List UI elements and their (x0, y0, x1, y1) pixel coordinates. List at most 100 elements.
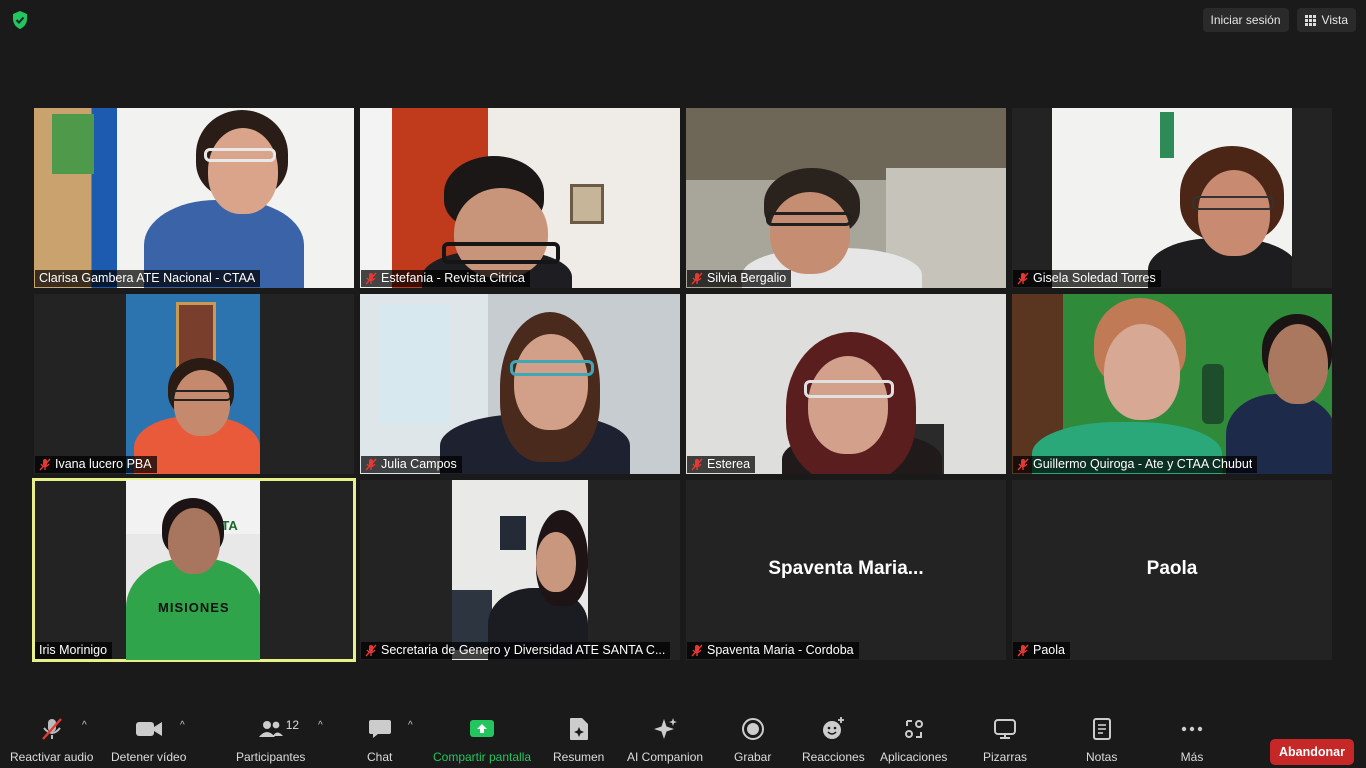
microphone-muted-icon (39, 716, 65, 742)
participant-tile[interactable]: Paola Paola (1012, 480, 1332, 660)
participant-name: Estefania - Revista Citrica (381, 271, 525, 285)
participant-name-tag: Clarisa Gambera ATE Nacional - CTAA (35, 270, 261, 287)
participant-tile[interactable]: Ivana lucero PBA (34, 294, 354, 474)
video-options-caret[interactable]: ^ (180, 720, 185, 731)
leave-label: Abandonar (1279, 745, 1345, 759)
notes-button[interactable]: Notas (1086, 716, 1117, 764)
summary-document-icon (568, 716, 590, 742)
audio-options-caret[interactable]: ^ (82, 720, 87, 731)
chat-options-caret[interactable]: ^ (408, 720, 413, 731)
participants-icon: 12 (258, 716, 299, 742)
view-button[interactable]: Vista (1296, 8, 1356, 32)
video-camera-icon (135, 716, 163, 742)
record-button[interactable]: Grabar (734, 716, 771, 764)
participant-name-tag: Esterea (687, 456, 756, 473)
participant-video (1052, 108, 1292, 288)
participant-tile[interactable]: Silvia Bergalio (686, 108, 1006, 288)
summary-button[interactable]: Resumen (553, 716, 604, 764)
participant-video (126, 294, 260, 474)
participant-video: CTA MISIONES (126, 480, 260, 660)
participant-name-tag: Secretaria de Genero y Diversidad ATE SA… (361, 642, 671, 659)
view-label: Vista (1321, 13, 1348, 27)
participant-display-name: Paola (1146, 558, 1198, 579)
participant-video (452, 480, 588, 660)
participant-name-tag: Estefania - Revista Citrica (361, 270, 530, 287)
whiteboards-button[interactable]: Pizarras (983, 716, 1027, 764)
leave-meeting-button[interactable]: Abandonar (1270, 739, 1354, 765)
more-button[interactable]: Más (1180, 716, 1204, 764)
participants-button[interactable]: 12 Participantes (236, 716, 305, 764)
signin-button[interactable]: Iniciar sesión (1202, 8, 1289, 32)
reactions-label: Reacciones (802, 750, 865, 764)
top-right-controls: Iniciar sesión Vista (1202, 8, 1356, 32)
mic-muted-icon (365, 644, 377, 657)
participant-tile[interactable]: Secretaria de Genero y Diversidad ATE SA… (360, 480, 680, 660)
encryption-shield-icon[interactable] (10, 10, 30, 30)
participant-tile-active-speaker[interactable]: CTA MISIONES Iris Morinigo (32, 478, 356, 662)
participant-tile[interactable]: Gisela Soledad Torres (1012, 108, 1332, 288)
mic-muted-icon (365, 272, 377, 285)
participant-tile[interactable]: Guillermo Quiroga - Ate y CTAA Chubut (1012, 294, 1332, 474)
participant-name: Guillermo Quiroga - Ate y CTAA Chubut (1033, 457, 1253, 471)
mic-muted-icon (39, 458, 51, 471)
record-label: Grabar (734, 750, 772, 764)
share-screen-button[interactable]: Compartir pantalla (433, 716, 531, 764)
participant-name-tag: Iris Morinigo (35, 642, 113, 659)
whiteboards-label: Pizarras (983, 750, 1028, 764)
participant-video (34, 108, 354, 288)
mic-muted-icon (691, 644, 703, 657)
participant-name-tag: Guillermo Quiroga - Ate y CTAA Chubut (1013, 456, 1258, 473)
stop-video-label: Detener vídeo (111, 750, 187, 764)
whiteboard-icon (993, 716, 1017, 742)
mic-muted-icon (365, 458, 377, 471)
record-icon (741, 716, 765, 742)
participant-tile[interactable]: Spaventa Maria... Spaventa Maria - Cordo… (686, 480, 1006, 660)
sparkle-icon (652, 716, 678, 742)
participant-tile[interactable]: Julia Campos (360, 294, 680, 474)
reactions-button[interactable]: Reacciones (802, 716, 865, 764)
notes-label: Notas (1086, 750, 1118, 764)
participant-name-tag: Spaventa Maria - Cordoba (687, 642, 859, 659)
participant-name: Paola (1033, 643, 1065, 657)
meeting-toolbar: Reactivar audio ^ Detener vídeo ^ 12 Par… (0, 710, 1366, 768)
ai-companion-label: AI Companion (627, 750, 704, 764)
participant-name-tag: Ivana lucero PBA (35, 456, 157, 473)
participants-label: Participantes (236, 750, 306, 764)
chat-button[interactable]: Chat (367, 716, 392, 764)
mic-muted-icon (1017, 458, 1029, 471)
emoji-plus-icon (820, 716, 846, 742)
participant-name-tag: Julia Campos (361, 456, 462, 473)
participants-options-caret[interactable]: ^ (318, 720, 323, 731)
participant-name-tag: Silvia Bergalio (687, 270, 792, 287)
participant-name: Julia Campos (381, 457, 457, 471)
participant-video (686, 294, 1006, 474)
apps-label: Aplicaciones (880, 750, 948, 764)
share-screen-icon (469, 716, 495, 742)
summary-label: Resumen (553, 750, 605, 764)
participant-display-name: Spaventa Maria... (768, 558, 924, 579)
apps-button[interactable]: Aplicaciones (880, 716, 947, 764)
participant-name: Silvia Bergalio (707, 271, 787, 285)
notes-icon (1092, 716, 1112, 742)
mic-muted-icon (1017, 272, 1029, 285)
participant-tile[interactable]: Estefania - Revista Citrica (360, 108, 680, 288)
participant-video (1012, 294, 1332, 474)
mic-muted-icon (1017, 644, 1029, 657)
more-label: Más (1180, 750, 1204, 764)
chat-bubble-icon (368, 716, 392, 742)
participant-name: Iris Morinigo (39, 643, 108, 657)
participant-video (360, 294, 680, 474)
participant-video (360, 108, 680, 288)
stop-video-button[interactable]: Detener vídeo (111, 716, 186, 764)
signin-label: Iniciar sesión (1210, 13, 1281, 27)
apps-icon (902, 716, 926, 742)
chat-label: Chat (367, 750, 393, 764)
unmute-audio-button[interactable]: Reactivar audio (10, 716, 93, 764)
ai-companion-button[interactable]: AI Companion (627, 716, 703, 764)
more-dots-icon (1180, 716, 1204, 742)
participant-tile[interactable]: Esterea (686, 294, 1006, 474)
participant-video (686, 108, 1006, 288)
participant-tile[interactable]: Clarisa Gambera ATE Nacional - CTAA (34, 108, 354, 288)
participant-name: Ivana lucero PBA (55, 457, 152, 471)
participant-name: Esterea (707, 457, 751, 471)
